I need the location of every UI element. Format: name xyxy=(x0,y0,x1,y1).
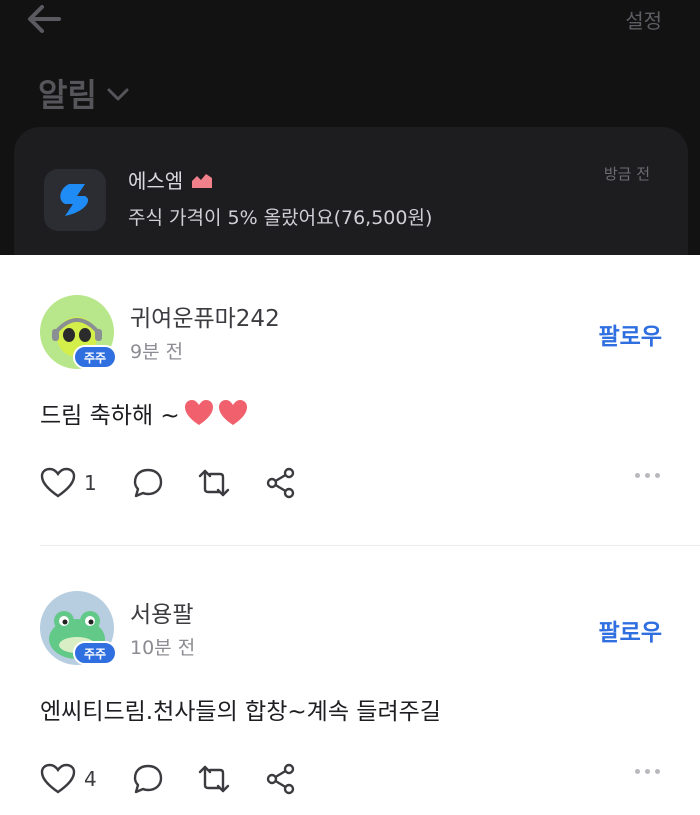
repost-icon xyxy=(198,469,230,497)
dot xyxy=(645,473,650,478)
heart-outline-icon xyxy=(40,763,76,794)
comment-text: 엔씨티드림.천사들의 합창~계속 들려주길 xyxy=(40,699,441,725)
dot xyxy=(655,473,660,478)
comment-time: 9분 전 xyxy=(130,341,184,363)
stock-up-icon xyxy=(192,173,213,188)
arrow-left-icon xyxy=(28,5,61,33)
comment-actions: 4 xyxy=(40,763,660,799)
dot xyxy=(655,769,660,774)
heart-outline-icon xyxy=(40,467,76,498)
reply-button[interactable] xyxy=(132,763,164,795)
dot xyxy=(645,769,650,774)
comment-feed: 주주 귀여운퓨마242 9분 전 팔로우 드림 축하해 ~ 1 주주 서용팔 1… xyxy=(0,255,700,815)
reply-button[interactable] xyxy=(132,467,164,499)
heart-emoji-icon xyxy=(218,400,247,425)
follow-button[interactable]: 팔로우 xyxy=(599,317,662,351)
notification-time: 방금 전 xyxy=(603,165,650,183)
repost-button[interactable] xyxy=(196,763,232,795)
follow-button[interactable]: 팔로우 xyxy=(599,613,662,647)
comment-text: 드림 축하해 ~ xyxy=(40,396,248,430)
like-count: 4 xyxy=(84,767,97,791)
header-bar: 설정 알림 xyxy=(0,0,700,130)
share-icon xyxy=(266,763,295,795)
speech-bubble-icon xyxy=(133,468,163,498)
back-button[interactable] xyxy=(24,2,64,36)
comment-actions: 1 xyxy=(40,467,660,503)
notification-sender: 에스엠 xyxy=(128,165,213,194)
repost-button[interactable] xyxy=(196,467,232,499)
username[interactable]: 서용팔 xyxy=(130,595,193,629)
share-button[interactable] xyxy=(264,763,298,795)
more-options-button[interactable] xyxy=(635,473,660,478)
username[interactable]: 귀여운퓨마242 xyxy=(130,299,280,333)
share-button[interactable] xyxy=(264,467,298,499)
divider xyxy=(40,545,700,546)
page-title: 알림 xyxy=(38,76,97,114)
settings-link[interactable]: 설정 xyxy=(625,5,662,34)
like-button[interactable]: 4 xyxy=(40,763,97,795)
more-options-button[interactable] xyxy=(635,769,660,774)
like-count: 1 xyxy=(84,471,97,495)
dot xyxy=(635,473,640,478)
avatar[interactable]: 주주 xyxy=(40,295,117,369)
like-button[interactable]: 1 xyxy=(40,467,97,499)
avatar[interactable]: 주주 xyxy=(40,591,117,665)
chevron-down-icon xyxy=(107,88,129,101)
dot xyxy=(635,769,640,774)
comment-time: 10분 전 xyxy=(130,637,196,659)
speech-bubble-icon xyxy=(133,764,163,794)
heart-emoji-icon xyxy=(184,400,213,425)
shareholder-badge: 주주 xyxy=(73,641,117,665)
app-logo-icon xyxy=(44,169,106,231)
share-icon xyxy=(266,467,295,499)
shareholder-badge: 주주 xyxy=(73,345,117,369)
notification-message: 주식 가격이 5% 올랐어요(76,500원) xyxy=(128,207,433,229)
page-title-dropdown[interactable]: 알림 xyxy=(38,70,129,116)
repost-icon xyxy=(198,765,230,793)
